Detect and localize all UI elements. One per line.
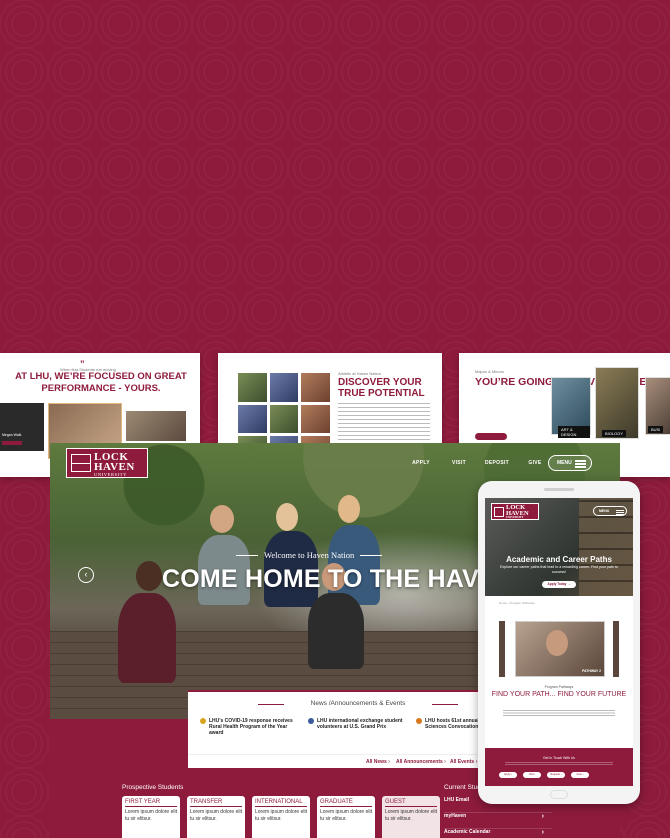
- phone-menu-button[interactable]: MENU: [593, 506, 627, 516]
- link-academic-calendar[interactable]: Academic Calendar ›: [444, 829, 552, 838]
- crest-icon: [71, 454, 91, 472]
- hero-title: COME HOME TO THE HAVEN: [162, 565, 515, 593]
- footer-apply-button[interactable]: Apply ›: [499, 772, 517, 778]
- phone-logo[interactable]: LOCK HAVEN UNIVERSITY: [491, 503, 539, 520]
- section-label: Majors & Minors: [475, 369, 504, 374]
- top-navigation: LOCK HAVEN UNIVERSITY APPLY VISIT DEPOSI…: [50, 443, 620, 483]
- find-path-title: FIND YOUR PATH... FIND YOUR FUTURE: [491, 691, 627, 698]
- card-graduate[interactable]: GRADUATE Lorem ipsum dolore elit tu sir e…: [317, 796, 375, 838]
- nav-deposit[interactable]: DEPOSIT: [478, 460, 516, 466]
- video-badge: PATHWAY 2: [582, 669, 601, 673]
- footer-title: Get In Touch With Us: [543, 756, 575, 760]
- nav-apply[interactable]: APPLY: [402, 460, 440, 466]
- watch-button[interactable]: [2, 441, 22, 445]
- paragraph-lines: [338, 403, 430, 443]
- program-tag: BUSI: [648, 426, 664, 433]
- crest-icon: [494, 507, 504, 517]
- pathway-video[interactable]: PATHWAY 2: [515, 621, 605, 677]
- paragraph-lines: [503, 710, 615, 716]
- phone-mockup: LOCK HAVEN UNIVERSITY MENU Academic and …: [478, 481, 640, 804]
- current-students-title: Current Stud: [444, 784, 481, 791]
- prospective-title: Prospective Students: [122, 784, 184, 791]
- card-guest[interactable]: GUEST Lorem ipsum dolore elit tu sir elit…: [382, 796, 440, 838]
- phone-apply-button[interactable]: Apply Today →: [542, 581, 576, 588]
- phone-hero-title: Academic and Career Paths: [506, 555, 612, 564]
- card-transfer[interactable]: TRANSFER Lorem ipsum dolore elit tu sir e…: [187, 796, 245, 838]
- news-links: All News › All Announcements › All Event…: [188, 754, 528, 768]
- program-photo[interactable]: BUSI: [645, 377, 670, 435]
- news-item[interactable]: LHU’s COVID-19 response receives Rural H…: [200, 718, 300, 737]
- prospective-cards: FIRST YEAR Lorem ipsum dolore elit tu sir…: [122, 796, 440, 838]
- all-announcements-link[interactable]: All Announcements ›: [396, 759, 446, 765]
- phone-speaker: [544, 488, 574, 491]
- award-icon: [200, 718, 206, 724]
- performance-headline: AT LHU, WE’RE FOCUSED ON GREAT PERFORMAN…: [15, 371, 187, 394]
- potential-headline: DISCOVER YOUR TRUE POTENTIAL: [338, 377, 425, 399]
- university-logo[interactable]: LOCK HAVEN UNIVERSITY: [66, 448, 148, 478]
- footer-visit-button[interactable]: Visit ›: [523, 772, 541, 778]
- phone-home-button: [550, 790, 568, 799]
- hamburger-icon: [575, 460, 586, 462]
- phone-screen: LOCK HAVEN UNIVERSITY MENU Academic and …: [485, 498, 633, 786]
- link-myhaven[interactable]: myHaven ›: [444, 813, 552, 829]
- news-item[interactable]: LHU international exchange student volun…: [308, 718, 408, 737]
- globe-icon: [308, 718, 314, 724]
- program-photo[interactable]: ART & DESIGN: [551, 377, 591, 438]
- carousel-side-thumb[interactable]: [613, 621, 619, 677]
- hamburger-icon: [616, 509, 624, 511]
- chevron-right-icon: ›: [541, 829, 544, 836]
- welcome-text: Welcome to Haven Nation: [235, 550, 383, 560]
- program-label: Program Pathways: [544, 685, 574, 689]
- all-events-link[interactable]: All Events ›: [450, 759, 477, 765]
- all-news-link[interactable]: All News ›: [366, 759, 390, 765]
- section-label: Athletic at Haven Nation: [338, 371, 381, 376]
- chevron-right-icon: ›: [541, 813, 544, 820]
- footer-give-button[interactable]: Give ›: [571, 772, 589, 778]
- logo-line: UNIVERSITY: [94, 472, 127, 477]
- card-first-year[interactable]: FIRST YEAR Lorem ipsum dolore elit tu sir…: [122, 796, 180, 838]
- carousel-prev-button[interactable]: ‹: [78, 567, 94, 583]
- phone-footer: Get In Touch With Us Apply › Visit › Req…: [485, 748, 633, 786]
- nav-visit[interactable]: VISIT: [440, 460, 478, 466]
- photo-thumbnail: [126, 411, 186, 441]
- card-international[interactable]: INTERNATIONAL Lorem ipsum dolore elit tu …: [252, 796, 310, 838]
- footer-request-button[interactable]: Request ›: [547, 772, 565, 778]
- menu-button[interactable]: MENU: [548, 455, 592, 471]
- program-tag: ART & DESIGN: [558, 426, 590, 438]
- news-title: News /Announcements & Events: [188, 700, 528, 707]
- breadcrumb: Home › Program Pathways: [499, 601, 536, 605]
- nav-links: APPLY VISIT DEPOSIT GIVE: [402, 460, 554, 466]
- video-caption: Megan Walk: [2, 433, 22, 437]
- menu-label: MENU: [557, 460, 572, 466]
- event-icon: [416, 718, 422, 724]
- find-program-button[interactable]: [475, 433, 507, 440]
- phone-hero: LOCK HAVEN UNIVERSITY MENU Academic and …: [485, 498, 633, 596]
- carousel-side-thumb[interactable]: [499, 621, 505, 677]
- program-photo[interactable]: BIOLOGY: [595, 367, 639, 439]
- program-tag: BIOLOGY: [602, 430, 627, 437]
- phone-hero-subtitle: Explore our career paths that lead to a …: [500, 565, 618, 574]
- news-panel: News /Announcements & Events LHU’s COVID…: [188, 690, 528, 768]
